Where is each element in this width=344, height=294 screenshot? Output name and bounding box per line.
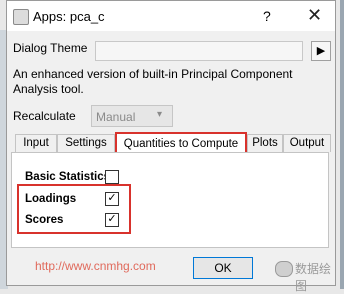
tab-plots[interactable]: Plots xyxy=(247,134,283,152)
pca-dialog: Apps: pca_c ? ✕ Dialog Theme ▶ An enhanc… xyxy=(6,0,336,293)
basic-statistics-label: Basic Statistics xyxy=(25,171,111,183)
window-title: Apps: pca_c xyxy=(33,9,105,24)
tab-bar: Input Settings Quantities to Compute Plo… xyxy=(11,132,331,156)
app-icon xyxy=(13,9,29,25)
chevron-down-icon: ▾ xyxy=(157,109,163,120)
dialog-theme-field[interactable] xyxy=(95,41,303,61)
dialog-theme-menu-button[interactable]: ▶ xyxy=(311,41,331,61)
highlight-box xyxy=(17,184,131,234)
dialog-theme-label: Dialog Theme xyxy=(13,41,88,55)
ok-button[interactable]: OK xyxy=(193,257,253,279)
tab-input[interactable]: Input xyxy=(15,134,57,152)
tab-output[interactable]: Output xyxy=(283,134,331,152)
title-bar: Apps: pca_c ? ✕ xyxy=(7,1,335,31)
watermark-url: http://www.cnmhg.com xyxy=(35,259,156,273)
basic-statistics-checkbox[interactable] xyxy=(105,170,119,184)
help-button[interactable]: ? xyxy=(263,8,271,24)
close-icon[interactable]: ✕ xyxy=(307,5,322,26)
tab-settings[interactable]: Settings xyxy=(57,134,115,152)
recalculate-label: Recalculate xyxy=(13,109,76,123)
background-window-edge xyxy=(340,0,344,289)
wechat-icon xyxy=(275,261,293,277)
app-description: An enhanced version of built-in Principa… xyxy=(13,67,293,96)
